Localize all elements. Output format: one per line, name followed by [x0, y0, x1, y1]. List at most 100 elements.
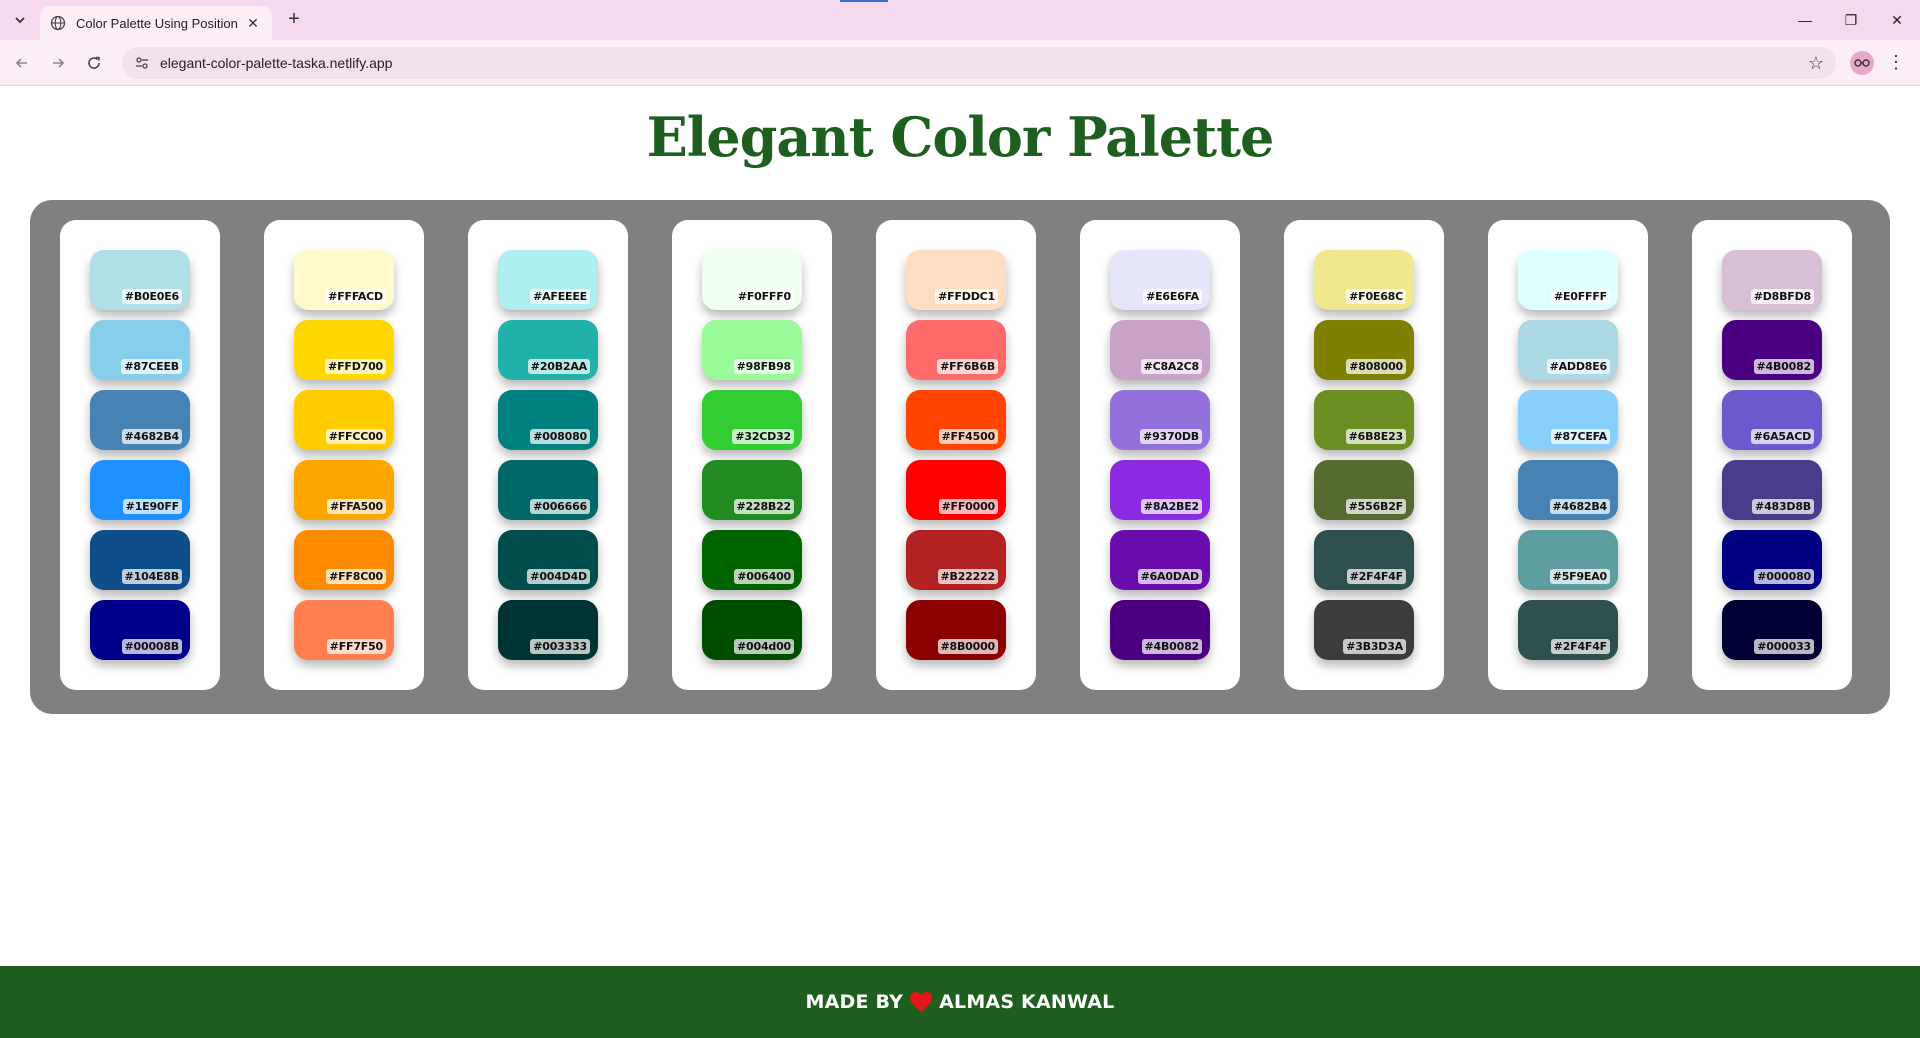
color-swatch[interactable]: #FFFACD: [294, 250, 394, 310]
reload-button[interactable]: [82, 51, 106, 75]
color-swatch[interactable]: #B0E0E6: [90, 250, 190, 310]
color-swatch[interactable]: #4B0082: [1110, 600, 1210, 660]
color-hex-label: #E6E6FA: [1143, 289, 1202, 304]
color-swatch[interactable]: #104E8B: [90, 530, 190, 590]
color-swatch[interactable]: #000080: [1722, 530, 1822, 590]
color-swatch[interactable]: #FFCC00: [294, 390, 394, 450]
address-bar[interactable]: elegant-color-palette-taska.netlify.app …: [122, 47, 1836, 79]
color-swatch[interactable]: #FF0000: [906, 460, 1006, 520]
color-swatch[interactable]: #C8A2C8: [1110, 320, 1210, 380]
color-swatch[interactable]: #4682B4: [90, 390, 190, 450]
footer: MADE BY ALMAS KANWAL: [0, 966, 1920, 1038]
color-swatch[interactable]: #4B0082: [1722, 320, 1822, 380]
color-hex-label: #AFEEEE: [530, 289, 590, 304]
restore-button[interactable]: ❐: [1828, 0, 1874, 40]
tab-close-button[interactable]: ✕: [244, 15, 262, 32]
color-hex-label: #004d00: [734, 639, 794, 654]
color-swatch[interactable]: #000033: [1722, 600, 1822, 660]
new-tab-button[interactable]: +: [282, 8, 306, 32]
color-swatch[interactable]: #E6E6FA: [1110, 250, 1210, 310]
profile-glasses-icon: [1854, 59, 1870, 67]
browser-tab[interactable]: Color Palette Using Position ✕: [40, 6, 272, 40]
color-hex-label: #FF0000: [938, 499, 998, 514]
color-swatch[interactable]: #FFA500: [294, 460, 394, 520]
color-hex-label: #ADD8E6: [1546, 359, 1610, 374]
color-hex-label: #FFCC00: [325, 429, 386, 444]
color-swatch[interactable]: #6A0DAD: [1110, 530, 1210, 590]
color-swatch[interactable]: #98FB98: [702, 320, 802, 380]
color-swatch[interactable]: #483D8B: [1722, 460, 1822, 520]
close-window-button[interactable]: ✕: [1874, 0, 1920, 40]
color-swatch[interactable]: #2F4F4F: [1518, 600, 1618, 660]
color-hex-label: #E0FFFF: [1550, 289, 1610, 304]
tab-title: Color Palette Using Position: [76, 15, 238, 31]
color-swatch[interactable]: #5F9EA0: [1518, 530, 1618, 590]
color-swatch[interactable]: #20B2AA: [498, 320, 598, 380]
color-swatch[interactable]: #FF8C00: [294, 530, 394, 590]
profile-avatar[interactable]: [1850, 51, 1874, 75]
color-swatch[interactable]: #004d00: [702, 600, 802, 660]
palette-column: #FFDDC1 #FF6B6B #FF4500 #FF0000 #B22222 #8B00…: [876, 220, 1036, 690]
color-hex-label: #FFFACD: [325, 289, 386, 304]
color-swatch[interactable]: #FFDDC1: [906, 250, 1006, 310]
color-swatch[interactable]: #9370DB: [1110, 390, 1210, 450]
palette-column: #FFFACD #FFD700 #FFCC00 #FFA500 #FF8C00 #FF7F…: [264, 220, 424, 690]
color-hex-label: #4B0082: [1141, 639, 1202, 654]
color-hex-label: #003333: [530, 639, 590, 654]
color-hex-label: #FF7F50: [326, 639, 386, 654]
color-swatch[interactable]: #006666: [498, 460, 598, 520]
color-swatch[interactable]: #B22222: [906, 530, 1006, 590]
color-swatch[interactable]: #FF6B6B: [906, 320, 1006, 380]
site-settings-icon[interactable]: [128, 55, 156, 71]
browser-menu-button[interactable]: ⋮: [1886, 51, 1906, 75]
palette-column: #F0FFF0 #98FB98 #32CD32 #228B22 #006400 #004d…: [672, 220, 832, 690]
color-swatch[interactable]: #FF7F50: [294, 600, 394, 660]
arrow-right-icon: [53, 58, 65, 68]
color-hex-label: #2F4F4F: [1346, 569, 1406, 584]
color-swatch[interactable]: #FF4500: [906, 390, 1006, 450]
color-swatch[interactable]: #004D4D: [498, 530, 598, 590]
color-hex-label: #2F4F4F: [1550, 639, 1610, 654]
color-swatch[interactable]: #228B22: [702, 460, 802, 520]
color-hex-label: #FF4500: [938, 429, 998, 444]
color-hex-label: #104E8B: [121, 569, 182, 584]
color-swatch[interactable]: #3B3D3A: [1314, 600, 1414, 660]
color-swatch[interactable]: #F0E68C: [1314, 250, 1414, 310]
color-swatch[interactable]: #006400: [702, 530, 802, 590]
color-swatch[interactable]: #F0FFF0: [702, 250, 802, 310]
color-swatch[interactable]: #008080: [498, 390, 598, 450]
color-hex-label: #1E90FF: [122, 499, 182, 514]
forward-button[interactable]: [46, 51, 70, 75]
color-swatch[interactable]: #6A5ACD: [1722, 390, 1822, 450]
color-hex-label: #B0E0E6: [121, 289, 182, 304]
color-swatch[interactable]: #003333: [498, 600, 598, 660]
color-hex-label: #FFDDC1: [935, 289, 998, 304]
color-swatch[interactable]: #2F4F4F: [1314, 530, 1414, 590]
color-swatch[interactable]: #ADD8E6: [1518, 320, 1618, 380]
color-swatch[interactable]: #AFEEEE: [498, 250, 598, 310]
color-swatch[interactable]: #8A2BE2: [1110, 460, 1210, 520]
color-swatch[interactable]: #87CEFA: [1518, 390, 1618, 450]
color-swatch[interactable]: #6B8E23: [1314, 390, 1414, 450]
color-swatch[interactable]: #FFD700: [294, 320, 394, 380]
color-hex-label: #87CEFA: [1550, 429, 1610, 444]
color-swatch[interactable]: #E0FFFF: [1518, 250, 1618, 310]
bookmark-star-icon[interactable]: ☆: [1808, 53, 1824, 74]
color-swatch[interactable]: #556B2F: [1314, 460, 1414, 520]
color-swatch[interactable]: #4682B4: [1518, 460, 1618, 520]
color-swatch[interactable]: #808000: [1314, 320, 1414, 380]
tab-list-button[interactable]: [8, 8, 32, 32]
color-hex-label: #006666: [530, 499, 590, 514]
color-hex-label: #556B2F: [1345, 499, 1406, 514]
color-swatch[interactable]: #00008B: [90, 600, 190, 660]
color-swatch[interactable]: #87CEEB: [90, 320, 190, 380]
footer-author: ALMAS KANWAL: [939, 991, 1115, 1013]
color-hex-label: #6A0DAD: [1137, 569, 1202, 584]
color-swatch[interactable]: #D8BFD8: [1722, 250, 1822, 310]
color-swatch[interactable]: #8B0000: [906, 600, 1006, 660]
color-swatch[interactable]: #32CD32: [702, 390, 802, 450]
minimize-button[interactable]: —: [1782, 0, 1828, 40]
color-hex-label: #6B8E23: [1345, 429, 1406, 444]
back-button[interactable]: [10, 51, 34, 75]
color-swatch[interactable]: #1E90FF: [90, 460, 190, 520]
